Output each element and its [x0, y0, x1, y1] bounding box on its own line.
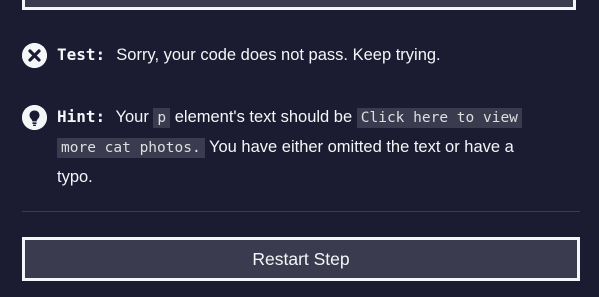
- divider: [22, 211, 580, 212]
- close-circle-icon: [22, 43, 47, 68]
- hint-code-text-a: Click here to view: [356, 108, 522, 128]
- test-label: Test:: [57, 45, 106, 64]
- lightbulb-icon: [22, 105, 47, 130]
- hint-text-1: Your: [115, 108, 149, 126]
- test-results-panel: Test: Sorry, your code does not pass. Ke…: [0, 0, 599, 297]
- check-code-button[interactable]: [22, 0, 576, 10]
- restart-step-button[interactable]: Restart Step: [22, 237, 580, 281]
- hint-text-3: You have either omitted the text or have…: [208, 138, 514, 156]
- hint-label: Hint:: [57, 107, 106, 126]
- hint-code-text-b: more cat photos.: [57, 138, 205, 158]
- hint-text-4: typo.: [57, 168, 93, 186]
- hint-row: Hint: Your p element's text should be Cl…: [22, 102, 576, 192]
- test-result-row: Test: Sorry, your code does not pass. Ke…: [22, 40, 576, 70]
- hint-text-2: element's text should be: [174, 108, 353, 126]
- test-message: Sorry, your code does not pass. Keep try…: [116, 46, 441, 64]
- hint-code-element: p: [153, 108, 171, 128]
